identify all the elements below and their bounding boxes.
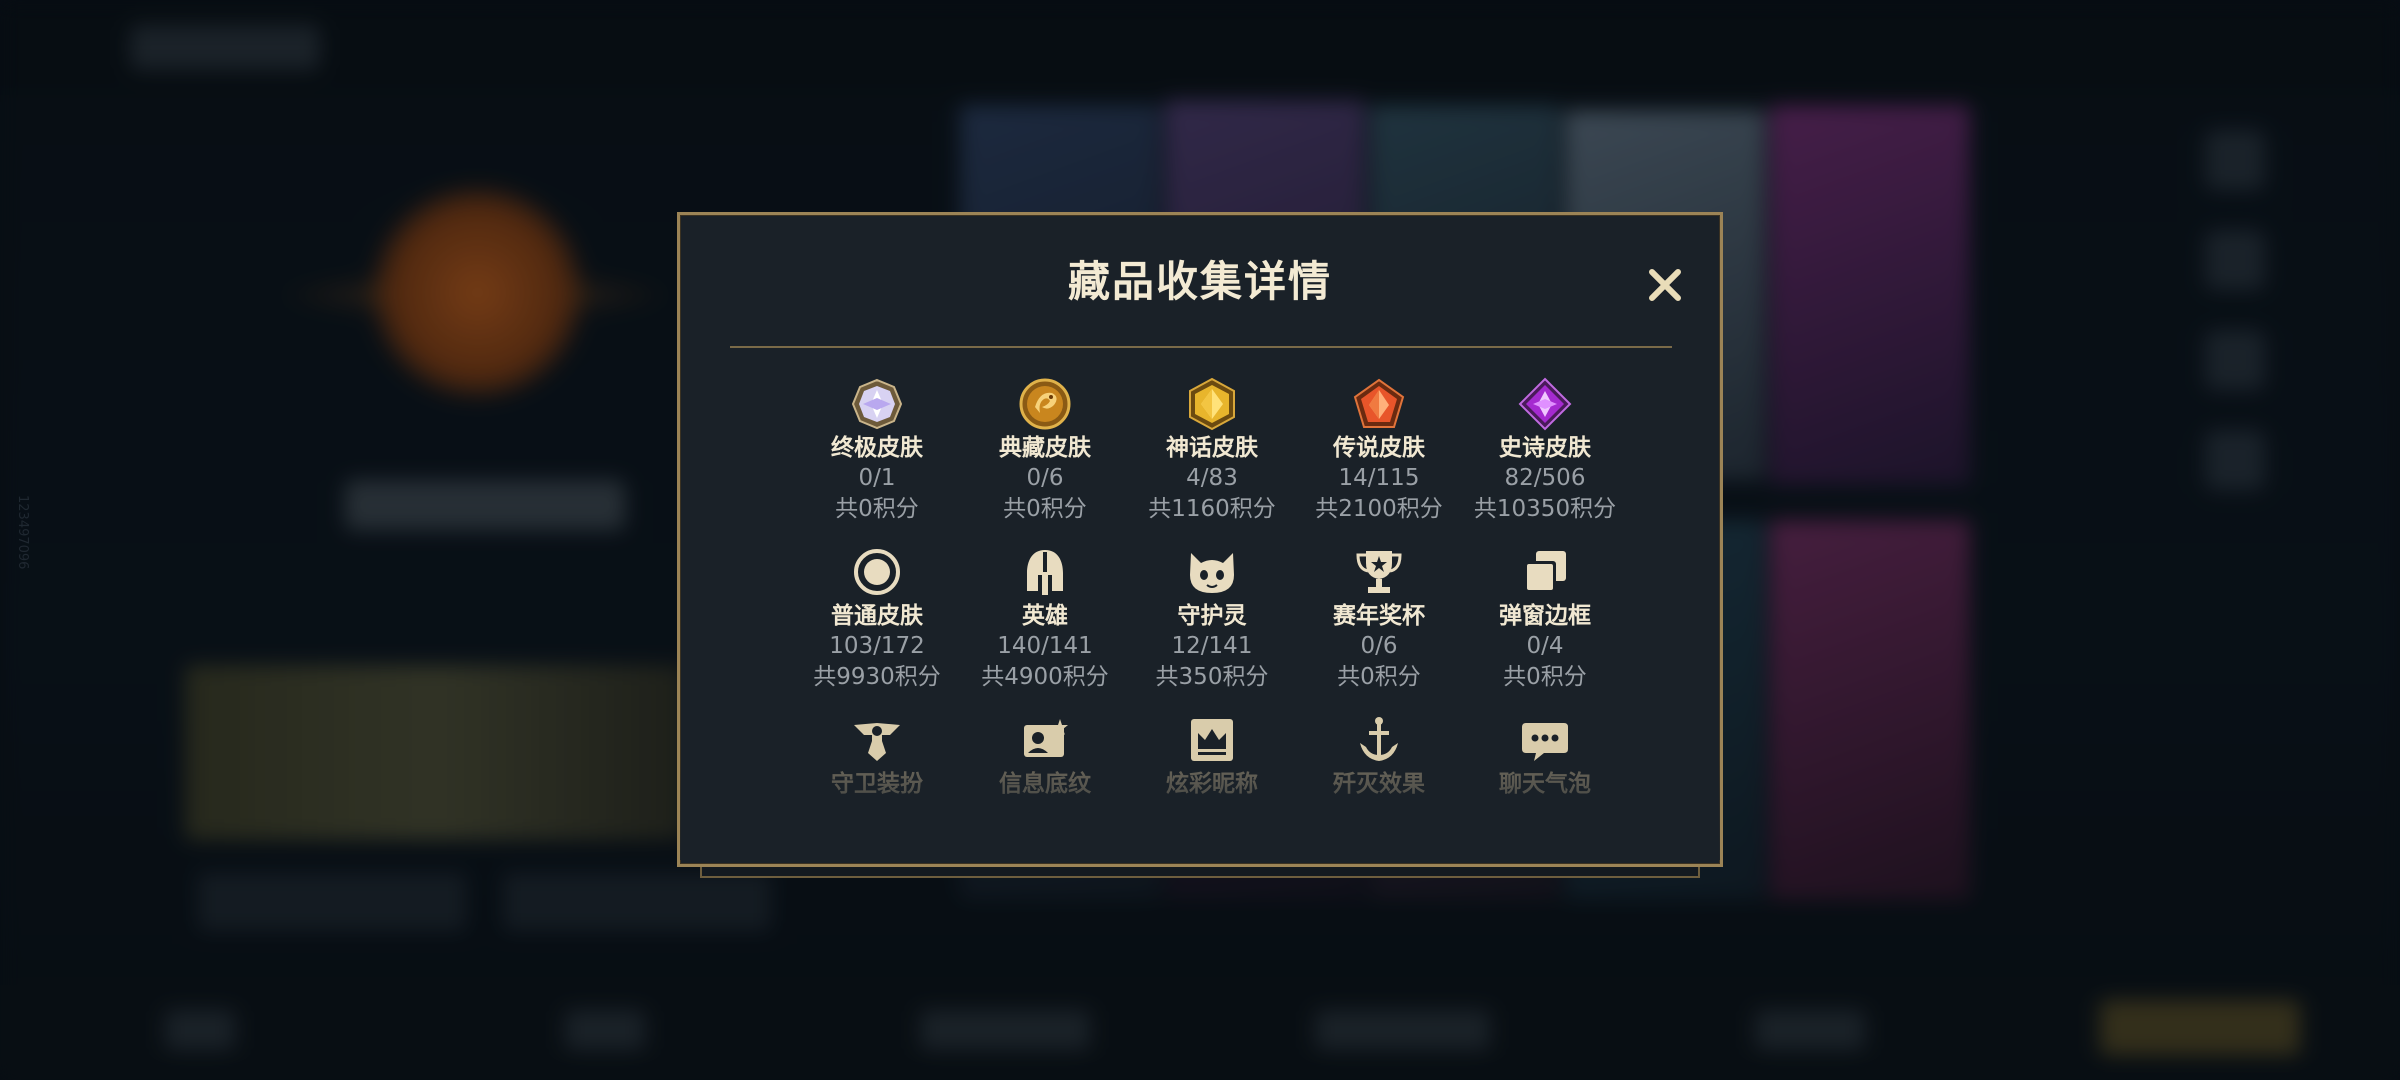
item-name: 神话皮肤 xyxy=(1166,435,1258,461)
item-points: 共0积分 xyxy=(1503,664,1587,690)
collection-item-epic[interactable]: 史诗皮肤 82/506 共10350积分 xyxy=(1460,377,1630,525)
item-name: 信息底纹 xyxy=(999,771,1091,797)
collection-item-classic[interactable]: 典藏皮肤 0/6 共0积分 xyxy=(960,377,1130,525)
collection-detail-dialog: 藏品收集详情 终极皮肤 0/1 共0积分 典藏皮肤 0/6 共0积分 神话皮肤 … xyxy=(677,212,1723,867)
item-count: 103/172 xyxy=(829,633,925,659)
ring-icon xyxy=(854,549,900,595)
collection-item-guardian[interactable]: 守护灵 12/141 共350积分 xyxy=(1127,545,1297,693)
item-name: 赛年奖杯 xyxy=(1333,603,1425,629)
gold-gem-icon xyxy=(1189,377,1235,431)
purple-gem-icon xyxy=(1518,377,1572,431)
item-name: 弹窗边框 xyxy=(1499,603,1591,629)
item-points: 共10350积分 xyxy=(1473,496,1617,522)
collection-item-trophy[interactable]: 赛年奖杯 0/6 共0积分 xyxy=(1294,545,1464,693)
item-points: 共2100积分 xyxy=(1315,496,1443,522)
collection-item-normal[interactable]: 普通皮肤 103/172 共9930积分 xyxy=(792,545,962,693)
item-count: 14/115 xyxy=(1338,465,1420,491)
dragon-coin-icon xyxy=(1019,378,1071,430)
item-count: 0/6 xyxy=(1026,465,1064,491)
crown-card-icon xyxy=(1191,719,1233,761)
trophy-icon xyxy=(1356,551,1402,593)
item-name: 传说皮肤 xyxy=(1333,435,1425,461)
collection-item-chat-bubble[interactable]: 聊天气泡 xyxy=(1460,713,1630,799)
item-points: 共350积分 xyxy=(1155,664,1269,690)
helmet-icon xyxy=(1027,550,1063,595)
item-name: 典藏皮肤 xyxy=(999,435,1091,461)
anchor-icon xyxy=(1360,717,1398,761)
item-points: 共0积分 xyxy=(835,496,919,522)
item-count: 0/1 xyxy=(858,465,896,491)
collection-item-kill-effect[interactable]: 歼灭效果 xyxy=(1294,713,1464,799)
item-count: 82/506 xyxy=(1504,465,1586,491)
chat-bubble-icon xyxy=(1522,723,1568,761)
close-icon xyxy=(1649,269,1681,301)
collection-item-frame[interactable]: 弹窗边框 0/4 共0积分 xyxy=(1460,545,1630,693)
dialog-title: 藏品收集详情 xyxy=(1067,257,1332,306)
collection-item-guard-outfit[interactable]: 守卫装扮 xyxy=(792,713,962,799)
modal-base-shadow xyxy=(700,866,1700,878)
collection-item-legendary[interactable]: 传说皮肤 14/115 共2100积分 xyxy=(1294,377,1464,525)
stacked-frames-icon xyxy=(1524,551,1566,593)
item-points: 共0积分 xyxy=(1337,664,1421,690)
close-button[interactable] xyxy=(1640,260,1690,310)
item-points: 共0积分 xyxy=(1003,496,1087,522)
item-name: 英雄 xyxy=(1022,603,1068,629)
item-name: 歼灭效果 xyxy=(1333,771,1425,797)
collection-item-nickname[interactable]: 炫彩昵称 xyxy=(1127,713,1297,799)
guardian-pet-icon xyxy=(1190,553,1234,593)
collection-grid[interactable]: 终极皮肤 0/1 共0积分 典藏皮肤 0/6 共0积分 神话皮肤 4/83 共1… xyxy=(680,365,1720,860)
collection-item-ultimate[interactable]: 终极皮肤 0/1 共0积分 xyxy=(792,377,962,525)
collection-item-hero[interactable]: 英雄 140/141 共4900积分 xyxy=(960,545,1130,693)
item-name: 守护灵 xyxy=(1177,603,1247,629)
winged-guard-icon xyxy=(854,723,900,761)
item-count: 140/141 xyxy=(997,633,1093,659)
orange-gem-icon xyxy=(1353,378,1405,428)
item-points: 共4900积分 xyxy=(981,664,1109,690)
item-name: 史诗皮肤 xyxy=(1499,435,1591,461)
item-count: 0/6 xyxy=(1360,633,1398,659)
item-name: 聊天气泡 xyxy=(1499,771,1591,797)
item-count: 4/83 xyxy=(1186,465,1238,491)
collection-item-mythic[interactable]: 神话皮肤 4/83 共1160积分 xyxy=(1127,377,1297,525)
item-name: 终极皮肤 xyxy=(831,435,923,461)
item-count: 0/4 xyxy=(1526,633,1564,659)
title-divider xyxy=(730,346,1672,348)
collection-item-info-background[interactable]: 信息底纹 xyxy=(960,713,1130,799)
item-points: 共9930积分 xyxy=(813,664,941,690)
profile-card-icon xyxy=(1024,719,1068,757)
item-points: 共1160积分 xyxy=(1148,496,1276,522)
item-name: 普通皮肤 xyxy=(831,603,923,629)
ultimate-gem-icon xyxy=(851,378,903,430)
item-name: 守卫装扮 xyxy=(831,771,923,797)
item-name: 炫彩昵称 xyxy=(1166,771,1258,797)
item-count: 12/141 xyxy=(1171,633,1253,659)
